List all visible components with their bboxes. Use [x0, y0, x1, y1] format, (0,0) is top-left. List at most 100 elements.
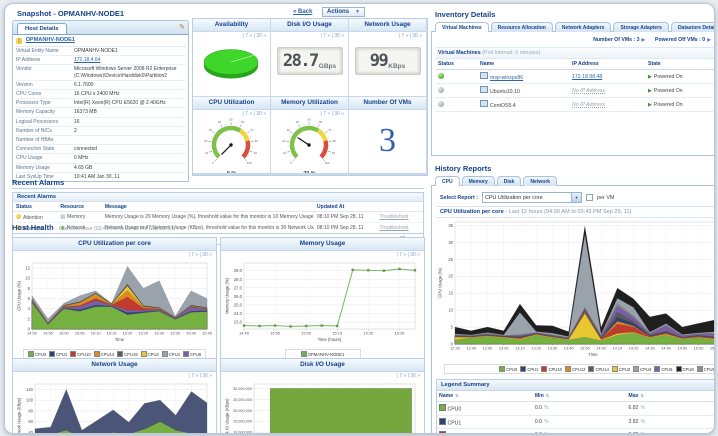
per-vm-checkbox[interactable] — [586, 194, 594, 201]
legend-swatch — [161, 351, 168, 357]
legend-label: CPU10 — [548, 366, 562, 372]
host-field-link[interactable]: 172.18.4.64 — [74, 57, 100, 63]
legend-label: CPU4 — [640, 366, 652, 372]
svg-text:15:05: 15:05 — [75, 331, 85, 336]
tab-host-details[interactable]: Host Details — [17, 23, 67, 34]
host-field-label: Memory Usage — [16, 164, 50, 171]
vm-status-icon — [438, 72, 444, 79]
legend-summary-row: CPU00.0%6.82%1.97% — [437, 401, 714, 416]
legend-summary-col-header[interactable]: Name ⇅ — [437, 391, 533, 402]
inventory-tab-storage-adapters[interactable]: Storage Adapters — [613, 22, 669, 32]
alarm-col-header — [376, 202, 423, 212]
legend-summary-col-header[interactable]: Max ⇅ — [626, 391, 714, 402]
period-links[interactable]: | 7 » | 30 » — [221, 372, 424, 380]
vm-row: msp-winxpx86172.18.98.48▶Powered On013 — [436, 69, 714, 84]
period-links[interactable]: | 7 » | 30 » — [349, 32, 426, 40]
min-value: 0.0% — [532, 401, 627, 416]
host-field-value: 2 — [74, 127, 77, 134]
period-links[interactable]: | 7 » | 30 » — [221, 251, 424, 259]
report-select[interactable]: CPU Utilization per core ▼ — [482, 192, 583, 203]
period-links[interactable]: | 7 » | 30 » — [271, 32, 348, 40]
period-links[interactable]: | 7 » | 30 » — [271, 110, 348, 118]
top-controls: « Back Actions ▼ — [293, 7, 365, 17]
back-link[interactable]: « Back — [293, 9, 312, 15]
legend-label: CPU10 — [77, 351, 91, 357]
legend-item: CPU1 — [520, 366, 538, 372]
svg-text:Disk IO Usage (KBps): Disk IO Usage (KBps) — [225, 398, 230, 434]
cpu-per-core-chart: 02468101214:50 14:55 15:00 15:05 15:10 15:15 1… — [17, 262, 212, 342]
vm-table: StatusNameIP AddressStateHost CPU (MHz)H… — [436, 59, 714, 112]
legend-label: CPU0 — [34, 351, 46, 357]
host-details-body: ! OPMANHV-NODE1 Virtual Entity Name OPMAN… — [12, 35, 189, 182]
widget-title: CPU Utilization — [193, 97, 270, 110]
vm-state: Powered On — [653, 73, 683, 80]
history-tab-memory[interactable]: Memory — [461, 176, 495, 186]
inventory-tab-network-adapters[interactable]: Network Adapters — [554, 22, 612, 32]
legend-item: CPU6 — [183, 351, 201, 357]
powered-on-icon: ▶ — [648, 73, 652, 80]
vm-state: Powered On — [653, 87, 683, 94]
vm-name-link[interactable]: msp-winxpx86 — [490, 75, 523, 81]
vm-col-header: IP Address — [570, 59, 646, 70]
svg-text:25,000,000: 25,000,000 — [233, 398, 252, 402]
disk-io-usage-panel: Disk I/O Usage | 7 » | 30 » 05,000,00010… — [220, 358, 425, 434]
network-usage-chart: 02040608010012014:5014:5515:0015:0515:10… — [17, 383, 208, 433]
chart-panel-title: Disk I/O Usage — [221, 359, 424, 372]
svg-text:Memory Usage (%): Memory Usage (%) — [225, 277, 230, 314]
legend-swatch — [588, 366, 595, 372]
svg-text:60: 60 — [28, 419, 33, 424]
svg-text:10,000,000: 10,000,000 — [233, 431, 252, 434]
legend-swatch — [70, 351, 77, 357]
period-links[interactable]: | 7 » | 30 » — [13, 372, 216, 380]
actions-dropdown[interactable]: Actions ▼ — [322, 7, 365, 17]
host-field-row: CPU Usage 0 MHz — [15, 154, 186, 164]
inventory-tab-resource-allocation[interactable]: Resource Allocation — [490, 22, 553, 32]
cpu-per-core-panel: CPU Utilization per core | 7 » | 30 » 02… — [12, 237, 217, 370]
legend-summary-table: Name⇅Min⇅Max⇅Avg⇅ CPU00.0%6.82%1.97% CPU… — [437, 391, 714, 433]
legend-swatch — [611, 366, 618, 372]
svg-text:25.0: 25.0 — [234, 303, 243, 308]
svg-text:15:35: 15:35 — [170, 331, 180, 336]
period-links[interactable]: | 7 » | 30 » — [193, 32, 270, 40]
svg-text:14:55: 14:55 — [270, 331, 280, 336]
host-field-value: 172.18.4.64 — [74, 57, 186, 63]
sort-icon[interactable]: ⇅ — [640, 393, 643, 398]
legend-summary-title: Legend Summary — [437, 380, 714, 391]
period-links[interactable]: | 7 » | 30 » — [193, 110, 270, 118]
vm-state: Powered On — [653, 101, 683, 108]
history-tab-disk[interactable]: Disk — [496, 176, 522, 186]
vm-name: CentOS5.4 — [490, 103, 516, 109]
availability-pie — [203, 49, 259, 79]
legend-summary-col-header[interactable]: Min ⇅ — [532, 391, 627, 402]
sort-icon[interactable]: ⇅ — [455, 393, 458, 398]
legend-item: CPU2 — [140, 351, 159, 357]
period-links[interactable]: | 7 » | 30 » — [13, 251, 216, 259]
inventory-tab-datastore-details[interactable]: Datastore Details — [670, 22, 714, 32]
history-reports: History Reports CPU Memory Disk Network Sel… — [431, 164, 714, 433]
host-field-value: 16 CPU x 2400 MHz — [74, 91, 120, 98]
troubleshoot-link[interactable]: Troubleshoot — [380, 214, 409, 220]
svg-text:20,000,000: 20,000,000 — [233, 409, 252, 413]
inventory-stat: Number Of VMs : 3 ▶ — [593, 37, 646, 43]
vm-icon — [480, 86, 488, 93]
svg-text:14:30: 14:30 — [645, 346, 656, 351]
history-chart-legend: CPU0 CPU1 CPU10 CPU12 CPU14 CPU2 CPU4 CPU6 CPU8 C… — [444, 364, 714, 374]
history-panel: Select Report : CPU Utilization per core… — [431, 185, 714, 433]
legend-swatch — [48, 351, 55, 357]
history-tab-network[interactable]: Network — [523, 176, 558, 186]
svg-text:0: 0 — [212, 161, 214, 165]
host-field-value: OPMANHV-NODE1 — [74, 48, 118, 54]
edit-pencil-icon[interactable]: ✎ — [179, 23, 185, 31]
sort-icon[interactable]: ⇅ — [546, 393, 549, 398]
legend-label: CPU4 — [168, 351, 180, 357]
svg-text:10: 10 — [283, 151, 287, 155]
snapshot-widgets: Availability | 7 » | 30 » Disk I/O Usage… — [192, 18, 428, 176]
history-tab-cpu[interactable]: CPU — [435, 176, 460, 186]
vm-ip-link[interactable]: 172.18.98.48 — [572, 74, 602, 80]
inventory-tab-virtual-machines[interactable]: Virtual Machines — [435, 22, 489, 32]
host-entity-link[interactable]: OPMANHV-NODE1 — [26, 37, 75, 43]
svg-text:14:40: 14:40 — [661, 346, 672, 351]
legend-swatch — [140, 351, 147, 357]
alarm-col-header: Status — [13, 202, 58, 212]
host-field-row: Memory Capacity 16373 MB — [15, 108, 186, 118]
